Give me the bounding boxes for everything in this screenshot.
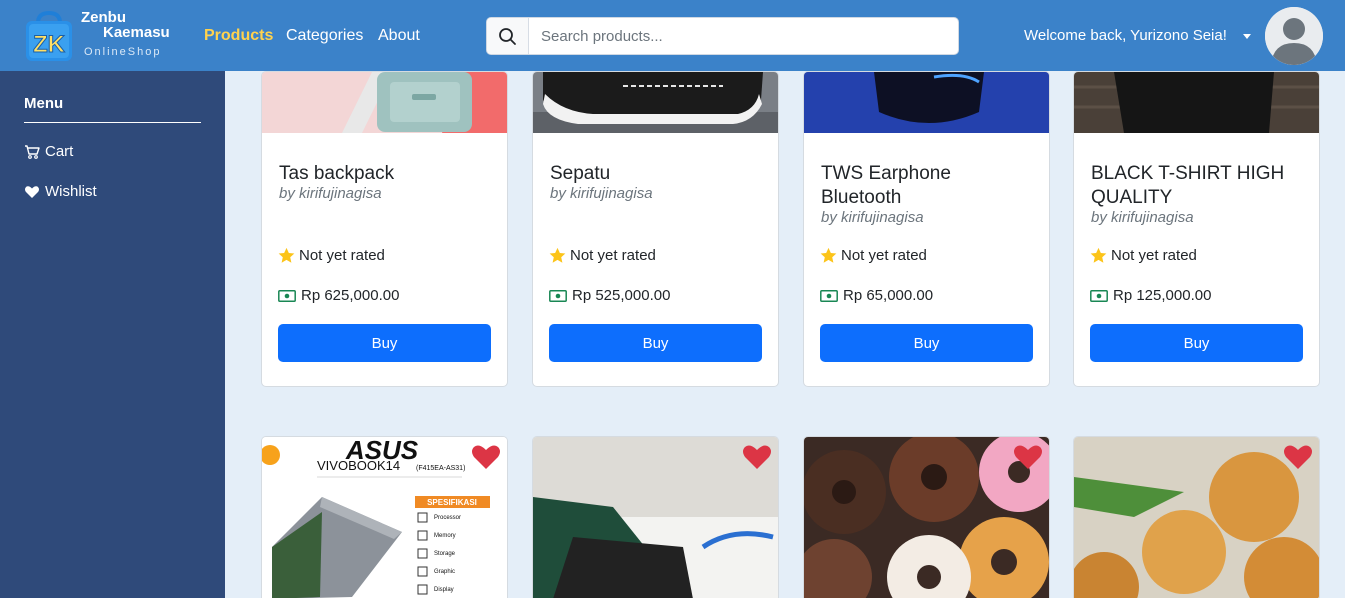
product-card — [803, 436, 1050, 598]
heart-icon[interactable] — [742, 443, 772, 471]
product-seller: by kirifujinagisa — [821, 209, 924, 226]
product-rating: Not yet rated — [278, 247, 385, 264]
product-price: Rp 625,000.00 — [278, 287, 399, 304]
product-price: Rp 525,000.00 — [549, 287, 670, 304]
product-card: ASUS VIVOBOOK14 (F415EA-AS31) SPESIFIKAS… — [261, 436, 508, 598]
svg-text:SPESIFIKASI: SPESIFIKASI — [427, 498, 477, 507]
sidebar-item-label: Wishlist — [45, 183, 97, 200]
sidebar-item-cart[interactable]: Cart — [24, 143, 73, 160]
product-rating: Not yet rated — [1090, 247, 1197, 264]
chevron-down-icon — [1243, 34, 1251, 39]
product-card: TWS Earphone Bluetooth by kirifujinagisa… — [803, 71, 1050, 387]
cash-icon — [1090, 289, 1108, 302]
user-menu-toggle[interactable]: Welcome back, Yurizono Seia! — [1024, 27, 1227, 45]
product-price: Rp 65,000.00 — [820, 287, 933, 304]
sidebar-title: Menu — [24, 95, 64, 112]
search-bar — [486, 17, 959, 55]
product-title[interactable]: TWS Earphone Bluetooth — [821, 162, 1036, 210]
avatar[interactable] — [1265, 7, 1323, 65]
product-card — [1073, 436, 1320, 598]
cash-icon — [820, 289, 838, 302]
star-icon — [549, 247, 566, 263]
product-card: Sepatu by kirifujinagisa Not yet rated R… — [532, 71, 779, 387]
product-card — [532, 436, 779, 598]
sidebar-item-label: Cart — [45, 143, 74, 160]
product-seller: by kirifujinagisa — [1091, 209, 1194, 226]
product-price: Rp 125,000.00 — [1090, 287, 1211, 304]
top-navbar: ZK Zenbu Kaemasu OnlineShop Products Cat… — [0, 0, 1345, 71]
heart-icon — [25, 185, 39, 198]
svg-text:VIVOBOOK14: VIVOBOOK14 — [317, 458, 400, 473]
nav-link-categories[interactable]: Categories — [286, 27, 363, 45]
product-card: Tas backpack by kirifujinagisa Not yet r… — [261, 71, 508, 387]
search-button[interactable] — [487, 18, 529, 54]
buy-button[interactable]: Buy — [549, 324, 762, 362]
star-icon — [820, 247, 837, 263]
brand-tagline: OnlineShop — [84, 46, 162, 58]
product-title[interactable]: BLACK T-SHIRT HIGH QUALITY — [1091, 162, 1306, 210]
product-card: BLACK T-SHIRT HIGH QUALITY by kirifujina… — [1073, 71, 1320, 387]
svg-text:Storage: Storage — [434, 551, 456, 557]
search-icon — [499, 28, 516, 45]
svg-text:Memory: Memory — [434, 533, 456, 539]
nav-link-products[interactable]: Products — [204, 27, 273, 45]
heart-icon[interactable] — [1283, 443, 1313, 471]
product-image[interactable] — [1074, 72, 1319, 133]
search-input[interactable] — [529, 18, 958, 54]
product-image[interactable] — [533, 72, 778, 133]
product-image[interactable] — [262, 72, 507, 133]
shop-logo[interactable]: ZK — [23, 10, 75, 63]
star-icon — [1090, 247, 1107, 263]
cash-icon — [549, 289, 567, 302]
svg-text:Display: Display — [434, 587, 454, 593]
heart-icon[interactable] — [471, 443, 501, 471]
heart-icon[interactable] — [1013, 443, 1043, 471]
brand-name-line2[interactable]: Kaemasu — [103, 25, 170, 41]
svg-text:(F415EA-AS31): (F415EA-AS31) — [416, 465, 465, 472]
star-icon — [278, 247, 295, 263]
divider — [24, 122, 201, 123]
product-title[interactable]: Sepatu — [550, 162, 765, 186]
svg-text:ZK: ZK — [33, 31, 66, 58]
product-rating: Not yet rated — [820, 247, 927, 264]
cash-icon — [278, 289, 296, 302]
cart-icon — [25, 144, 40, 159]
sidebar-item-wishlist[interactable]: Wishlist — [24, 183, 97, 200]
product-image[interactable] — [804, 72, 1049, 133]
nav-link-about[interactable]: About — [378, 27, 420, 45]
product-seller: by kirifujinagisa — [279, 185, 382, 202]
product-title[interactable]: Tas backpack — [279, 162, 494, 186]
svg-text:Graphic: Graphic — [434, 569, 455, 575]
product-seller: by kirifujinagisa — [550, 185, 653, 202]
buy-button[interactable]: Buy — [278, 324, 491, 362]
product-rating: Not yet rated — [549, 247, 656, 264]
buy-button[interactable]: Buy — [820, 324, 1033, 362]
sidebar: Menu Cart Wishlist — [0, 71, 225, 598]
svg-text:Processor: Processor — [434, 515, 461, 521]
buy-button[interactable]: Buy — [1090, 324, 1303, 362]
